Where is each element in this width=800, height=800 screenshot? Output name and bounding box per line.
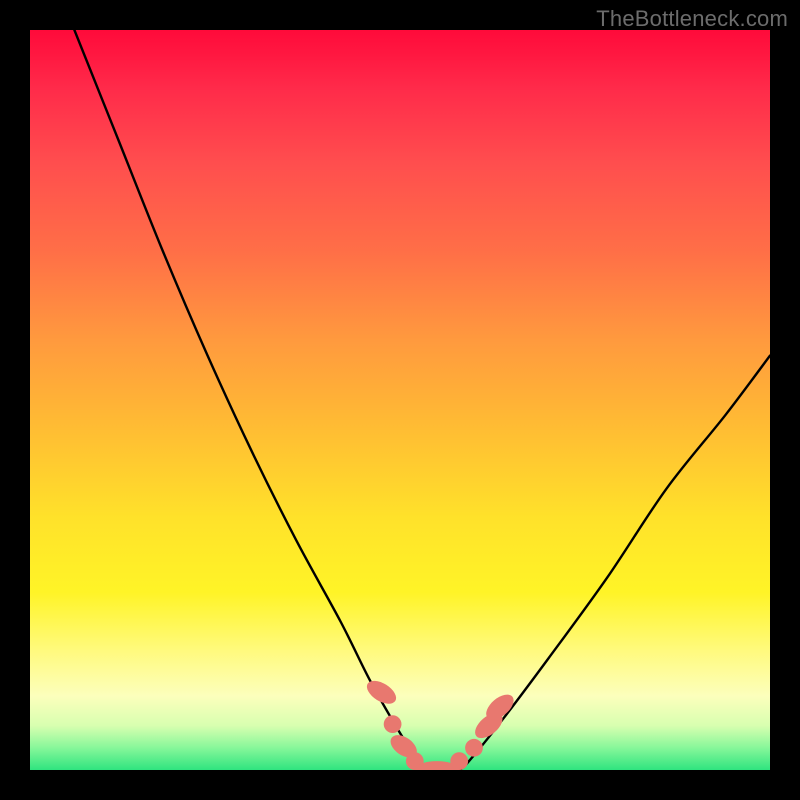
chart-svg — [30, 30, 770, 770]
plot-area — [30, 30, 770, 770]
chart-frame: TheBottleneck.com — [0, 0, 800, 800]
bottleneck-curve — [74, 30, 770, 770]
valley-marker — [465, 739, 483, 757]
valley-marker — [384, 715, 402, 733]
watermark-text: TheBottleneck.com — [596, 6, 788, 32]
valley-marker — [450, 752, 468, 770]
valley-markers — [363, 676, 518, 770]
